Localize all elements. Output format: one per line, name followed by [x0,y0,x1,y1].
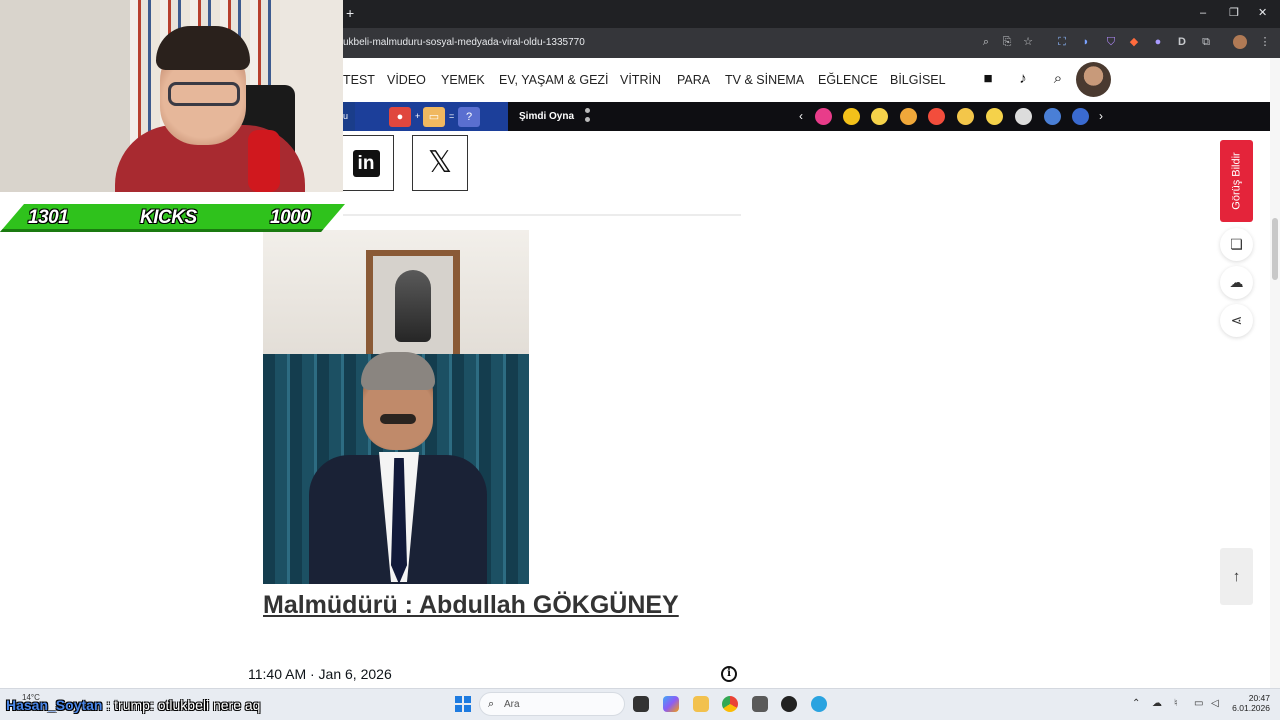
reaction-icon[interactable] [928,108,945,125]
reaction-icon[interactable] [843,108,860,125]
game-panel[interactable]: ● + ▭ = ? [355,102,508,131]
search-placeholder: Ara [504,699,520,710]
back-to-top-button[interactable]: ↑ [1220,548,1253,605]
question-tile: ? [458,107,480,127]
reaction-icon[interactable] [986,108,1003,125]
reaction-icon[interactable] [871,108,888,125]
article-photo [263,230,529,584]
reaction-icon[interactable] [815,108,832,125]
reaction-icon[interactable] [1044,108,1061,125]
nav-item-para[interactable]: PARA [677,72,710,88]
nav-item-eglence[interactable]: EĞLENCE [818,72,878,88]
microphone-icon [248,130,280,192]
chrome-icon[interactable] [722,696,738,712]
chevron-right-icon[interactable]: › [1099,109,1103,123]
search-icon: ⌕ [488,698,495,710]
photo-caption[interactable]: Malmüdürü : Abdullah GÖKGÜNEY [263,590,679,620]
fox-extension-icon[interactable]: ◆ [1127,35,1141,49]
kicks-counter: 1301 KICKS 1000 [0,204,345,232]
nav-item-bilgisel[interactable]: BİLGİSEL [890,72,946,88]
copilot-icon[interactable] [663,696,679,712]
clock-date: 6.01.2026 [1232,703,1270,713]
nav-item-yemek[interactable]: YEMEK [441,72,485,88]
plus-sign: + [415,111,421,121]
scrollbar[interactable] [1270,58,1280,688]
cloud-extension-icon[interactable]: ● [1151,35,1165,49]
telegram-icon[interactable] [811,696,827,712]
nav-item-video[interactable]: VİDEO [387,72,426,88]
chat-text: : trump: otlukbeli nere aq [102,697,261,713]
play-now-button[interactable]: Şimdi Oyna [519,110,574,123]
feedback-label: Görüş Bildir [1230,152,1242,210]
taskbar-search[interactable]: ⌕ Ara [479,692,625,716]
tomato-icon: ● [389,107,411,127]
divider [343,214,741,216]
close-window-button[interactable]: ✕ [1258,6,1267,20]
reaction-icon[interactable] [900,108,917,125]
scrollbar-thumb[interactable] [1272,218,1278,280]
screen: + – ❐ ✕ ukbeli-malmuduru-sosyal-medyada-… [0,0,1280,720]
kicks-label: KICKS [140,207,197,228]
comments-icon[interactable]: ■ [979,70,997,88]
kicks-current: 1301 [28,207,69,228]
new-tab-button[interactable]: + [346,4,354,22]
profile-icon[interactable] [1233,35,1247,49]
star-icon[interactable]: ☆ [1021,35,1035,49]
nav-item-tv-sinema[interactable]: TV & SİNEMA [725,72,804,88]
chevron-left-icon[interactable]: ‹ [799,109,803,123]
windows-start-icon[interactable] [455,696,471,712]
extension-icon[interactable]: ◗ [1079,35,1093,49]
info-icon[interactable]: i [721,666,737,682]
microphone-icon[interactable]: ♮ [1174,698,1178,710]
network-icon[interactable]: ▭ [1194,698,1203,710]
d-extension-icon[interactable]: D [1175,35,1189,49]
folder-icon: ▭ [423,107,445,127]
reaction-icon[interactable] [1015,108,1032,125]
game-bar-fragment: u [343,102,355,131]
kicks-goal: 1000 [270,207,311,228]
menu-icon[interactable]: ⋮ [1258,35,1272,49]
minimize-button[interactable]: – [1200,6,1206,20]
comments-icon[interactable]: ☁ [1220,266,1253,299]
onedrive-icon[interactable]: ☁ [1152,698,1162,710]
reaction-icon[interactable] [957,108,974,125]
tray-chevron-icon[interactable]: ⌃ [1132,698,1140,710]
feedback-button[interactable]: Görüş Bildir [1220,140,1253,222]
task-view-icon[interactable] [633,696,649,712]
user-avatar[interactable] [1076,62,1111,97]
game-bar: u ● + ▭ = ? Şimdi Oyna ‹ › [343,102,1270,131]
x-share-button[interactable]: 𝕏 [412,135,468,191]
chat-message: Hasan_Soytan : trump: otlukbeli nere aq [6,696,260,714]
reaction-icon[interactable] [1072,108,1089,125]
install-icon[interactable]: ⎘ [1000,35,1014,49]
translate-icon[interactable]: ⛶ [1055,35,1069,49]
nav-item-ev-yasam-gezi[interactable]: EV, YAŞAM & GEZİ [499,72,609,88]
linkedin-icon: in [352,149,380,177]
address-bar[interactable]: ukbeli-malmuduru-sosyal-medyada-viral-ol… [343,36,585,50]
shield-icon[interactable]: ⛉ [1104,35,1118,49]
system-clock[interactable]: 20:47 6.01.2026 [1230,693,1270,713]
restore-button[interactable]: ❐ [1229,6,1239,20]
webcam-overlay [0,0,343,192]
bell-icon[interactable]: ♪ [1014,70,1032,88]
equals-sign: = [449,111,455,121]
zoom-icon[interactable]: ⌕ [979,35,993,49]
share-icon[interactable]: ⋖ [1220,304,1253,337]
search-icon[interactable]: ⌕ [1049,70,1067,88]
linkedin-share-button[interactable]: in [338,135,394,191]
bookmark-icon[interactable]: ❏ [1220,228,1253,261]
snipping-tool-icon[interactable] [752,696,768,712]
tweet-timestamp[interactable]: 11:40 AM · Jan 6, 2026 [248,665,392,683]
volume-icon[interactable]: ◁ [1211,698,1219,710]
chat-username: Hasan_Soytan [6,697,103,713]
clock-time: 20:47 [1248,693,1270,703]
more-icon[interactable] [585,108,591,126]
obs-icon[interactable] [781,696,797,712]
file-explorer-icon[interactable] [693,696,709,712]
nav-item-test[interactable]: TEST [343,72,375,88]
puzzle-icon[interactable]: ⧉ [1199,35,1213,49]
nav-item-vitrin[interactable]: VİTRİN [620,72,661,88]
x-icon: 𝕏 [427,146,453,179]
